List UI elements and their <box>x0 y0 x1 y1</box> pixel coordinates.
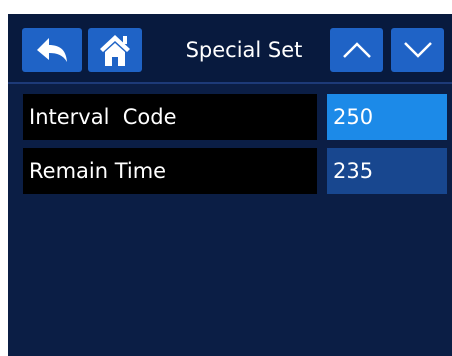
interval-code-value[interactable]: 250 <box>327 94 447 140</box>
back-button[interactable] <box>22 28 82 72</box>
device-screen: Special Set Interval Code 250 Remain Tim… <box>8 14 452 356</box>
remain-time-value[interactable]: 235 <box>327 148 447 194</box>
interval-code-label: Interval Code <box>23 94 317 140</box>
page-title: Special Set <box>185 38 303 62</box>
chevron-up-icon <box>342 42 371 58</box>
chevron-down-icon <box>403 42 432 58</box>
scroll-down-button[interactable] <box>391 28 444 72</box>
home-icon <box>100 35 130 66</box>
back-arrow-icon <box>37 38 67 62</box>
home-button[interactable] <box>88 28 142 72</box>
header-bar: Special Set <box>8 14 452 84</box>
remain-time-label: Remain Time <box>23 148 317 194</box>
scroll-up-button[interactable] <box>330 28 383 72</box>
